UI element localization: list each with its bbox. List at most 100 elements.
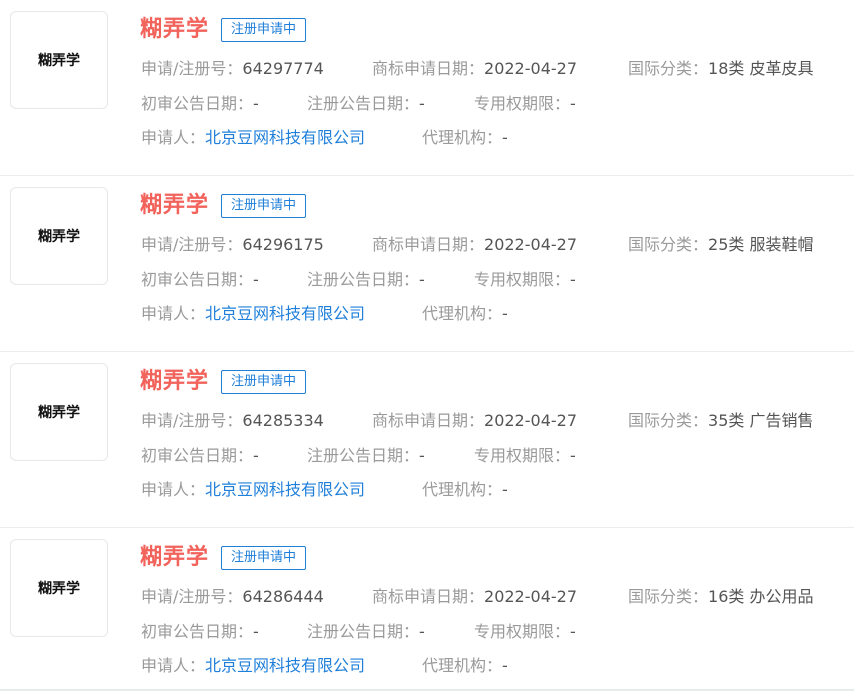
- intl-class-value: 18类 皮革皮具: [708, 59, 814, 78]
- apply-date-label: 商标申请日期：: [372, 411, 485, 430]
- apply-date-value: 2022-04-27: [484, 235, 577, 254]
- applicant-label: 申请人：: [141, 656, 206, 675]
- status-badge: 注册申请中: [221, 194, 307, 218]
- trademark-title-row: 糊弄学 注册申请中: [140, 542, 307, 574]
- reg-date-value: -: [419, 622, 425, 641]
- reg-no-value: 64286444: [242, 587, 324, 606]
- reg-date-field: 注册公告日期：-: [307, 92, 425, 116]
- agency-value: -: [502, 128, 508, 147]
- applicant-field: 申请人：北京豆网科技有限公司: [141, 302, 365, 326]
- agency-label: 代理机构：: [422, 656, 503, 675]
- trademark-logo[interactable]: 糊弄学: [10, 539, 108, 637]
- trademark-name[interactable]: 糊弄学: [140, 542, 209, 574]
- trademark-logo-text: 糊弄学: [38, 229, 80, 245]
- reg-no-label: 申请/注册号：: [141, 235, 243, 254]
- reg-date-value: -: [419, 94, 425, 113]
- trademark-card[interactable]: 糊弄学 糊弄学 注册申请中 申请/注册号：64296175 商标申请日期：202…: [0, 176, 854, 352]
- status-badge: 注册申请中: [221, 370, 307, 394]
- applicant-link[interactable]: 北京豆网科技有限公司: [205, 480, 365, 499]
- trademark-title-row: 糊弄学 注册申请中: [140, 14, 307, 46]
- agency-value: -: [502, 480, 508, 499]
- exclusive-period-value: -: [570, 446, 576, 465]
- prelim-date-label: 初审公告日期：: [141, 446, 254, 465]
- reg-no-field: 申请/注册号：64296175: [141, 233, 324, 257]
- exclusive-period-value: -: [570, 94, 576, 113]
- reg-date-label: 注册公告日期：: [307, 446, 420, 465]
- reg-date-label: 注册公告日期：: [307, 270, 420, 289]
- reg-date-value: -: [419, 446, 425, 465]
- prelim-date-value: -: [253, 270, 259, 289]
- applicant-label: 申请人：: [141, 304, 206, 323]
- intl-class-label: 国际分类：: [628, 59, 709, 78]
- agency-field: 代理机构：-: [422, 302, 508, 326]
- reg-date-field: 注册公告日期：-: [307, 620, 425, 644]
- apply-date-label: 商标申请日期：: [372, 59, 485, 78]
- exclusive-period-label: 专用权期限：: [474, 622, 571, 641]
- trademark-logo[interactable]: 糊弄学: [10, 187, 108, 285]
- status-badge: 注册申请中: [221, 18, 307, 42]
- apply-date-field: 商标申请日期：2022-04-27: [372, 57, 577, 81]
- intl-class-value: 16类 办公用品: [708, 587, 814, 606]
- applicant-link[interactable]: 北京豆网科技有限公司: [205, 128, 365, 147]
- exclusive-period-field: 专用权期限：-: [474, 444, 576, 468]
- applicant-link[interactable]: 北京豆网科技有限公司: [205, 656, 365, 675]
- intl-class-value: 25类 服装鞋帽: [708, 235, 814, 254]
- exclusive-period-label: 专用权期限：: [474, 270, 571, 289]
- prelim-date-field: 初审公告日期：-: [141, 620, 259, 644]
- trademark-card[interactable]: 糊弄学 糊弄学 注册申请中 申请/注册号：64297774 商标申请日期：202…: [0, 0, 854, 176]
- prelim-date-label: 初审公告日期：: [141, 622, 254, 641]
- trademark-logo[interactable]: 糊弄学: [10, 11, 108, 109]
- reg-date-label: 注册公告日期：: [307, 622, 420, 641]
- reg-no-field: 申请/注册号：64285334: [141, 409, 324, 433]
- apply-date-field: 商标申请日期：2022-04-27: [372, 585, 577, 609]
- prelim-date-field: 初审公告日期：-: [141, 268, 259, 292]
- applicant-field: 申请人：北京豆网科技有限公司: [141, 654, 365, 678]
- reg-no-value: 64297774: [242, 59, 324, 78]
- agency-value: -: [502, 304, 508, 323]
- trademark-name[interactable]: 糊弄学: [140, 190, 209, 222]
- apply-date-value: 2022-04-27: [484, 59, 577, 78]
- apply-date-label: 商标申请日期：: [372, 587, 485, 606]
- trademark-name[interactable]: 糊弄学: [140, 366, 209, 398]
- applicant-link[interactable]: 北京豆网科技有限公司: [205, 304, 365, 323]
- reg-no-value: 64296175: [242, 235, 324, 254]
- intl-class-field: 国际分类：25类 服装鞋帽: [628, 233, 813, 257]
- trademark-card[interactable]: 糊弄学 糊弄学 注册申请中 申请/注册号：64285334 商标申请日期：202…: [0, 352, 854, 528]
- exclusive-period-label: 专用权期限：: [474, 94, 571, 113]
- apply-date-label: 商标申请日期：: [372, 235, 485, 254]
- intl-class-label: 国际分类：: [628, 587, 709, 606]
- agency-field: 代理机构：-: [422, 654, 508, 678]
- applicant-label: 申请人：: [141, 480, 206, 499]
- prelim-date-value: -: [253, 94, 259, 113]
- trademark-logo-text: 糊弄学: [38, 581, 80, 597]
- agency-label: 代理机构：: [422, 128, 503, 147]
- exclusive-period-label: 专用权期限：: [474, 446, 571, 465]
- trademark-title-row: 糊弄学 注册申请中: [140, 366, 307, 398]
- reg-no-label: 申请/注册号：: [141, 411, 243, 430]
- trademark-list: 糊弄学 糊弄学 注册申请中 申请/注册号：64297774 商标申请日期：202…: [0, 0, 854, 691]
- reg-no-value: 64285334: [242, 411, 324, 430]
- exclusive-period-field: 专用权期限：-: [474, 620, 576, 644]
- reg-no-field: 申请/注册号：64297774: [141, 57, 324, 81]
- apply-date-field: 商标申请日期：2022-04-27: [372, 233, 577, 257]
- apply-date-field: 商标申请日期：2022-04-27: [372, 409, 577, 433]
- trademark-logo[interactable]: 糊弄学: [10, 363, 108, 461]
- applicant-field: 申请人：北京豆网科技有限公司: [141, 126, 365, 150]
- exclusive-period-field: 专用权期限：-: [474, 92, 576, 116]
- reg-no-field: 申请/注册号：64286444: [141, 585, 324, 609]
- prelim-date-field: 初审公告日期：-: [141, 92, 259, 116]
- trademark-logo-text: 糊弄学: [38, 53, 80, 69]
- trademark-logo-text: 糊弄学: [38, 405, 80, 421]
- intl-class-field: 国际分类：18类 皮革皮具: [628, 57, 813, 81]
- apply-date-value: 2022-04-27: [484, 587, 577, 606]
- prelim-date-field: 初审公告日期：-: [141, 444, 259, 468]
- exclusive-period-field: 专用权期限：-: [474, 268, 576, 292]
- agency-field: 代理机构：-: [422, 126, 508, 150]
- reg-no-label: 申请/注册号：: [141, 59, 243, 78]
- trademark-name[interactable]: 糊弄学: [140, 14, 209, 46]
- trademark-card[interactable]: 糊弄学 糊弄学 注册申请中 申请/注册号：64286444 商标申请日期：202…: [0, 528, 854, 691]
- agency-field: 代理机构：-: [422, 478, 508, 502]
- intl-class-field: 国际分类：35类 广告销售: [628, 409, 813, 433]
- intl-class-label: 国际分类：: [628, 411, 709, 430]
- reg-no-label: 申请/注册号：: [141, 587, 243, 606]
